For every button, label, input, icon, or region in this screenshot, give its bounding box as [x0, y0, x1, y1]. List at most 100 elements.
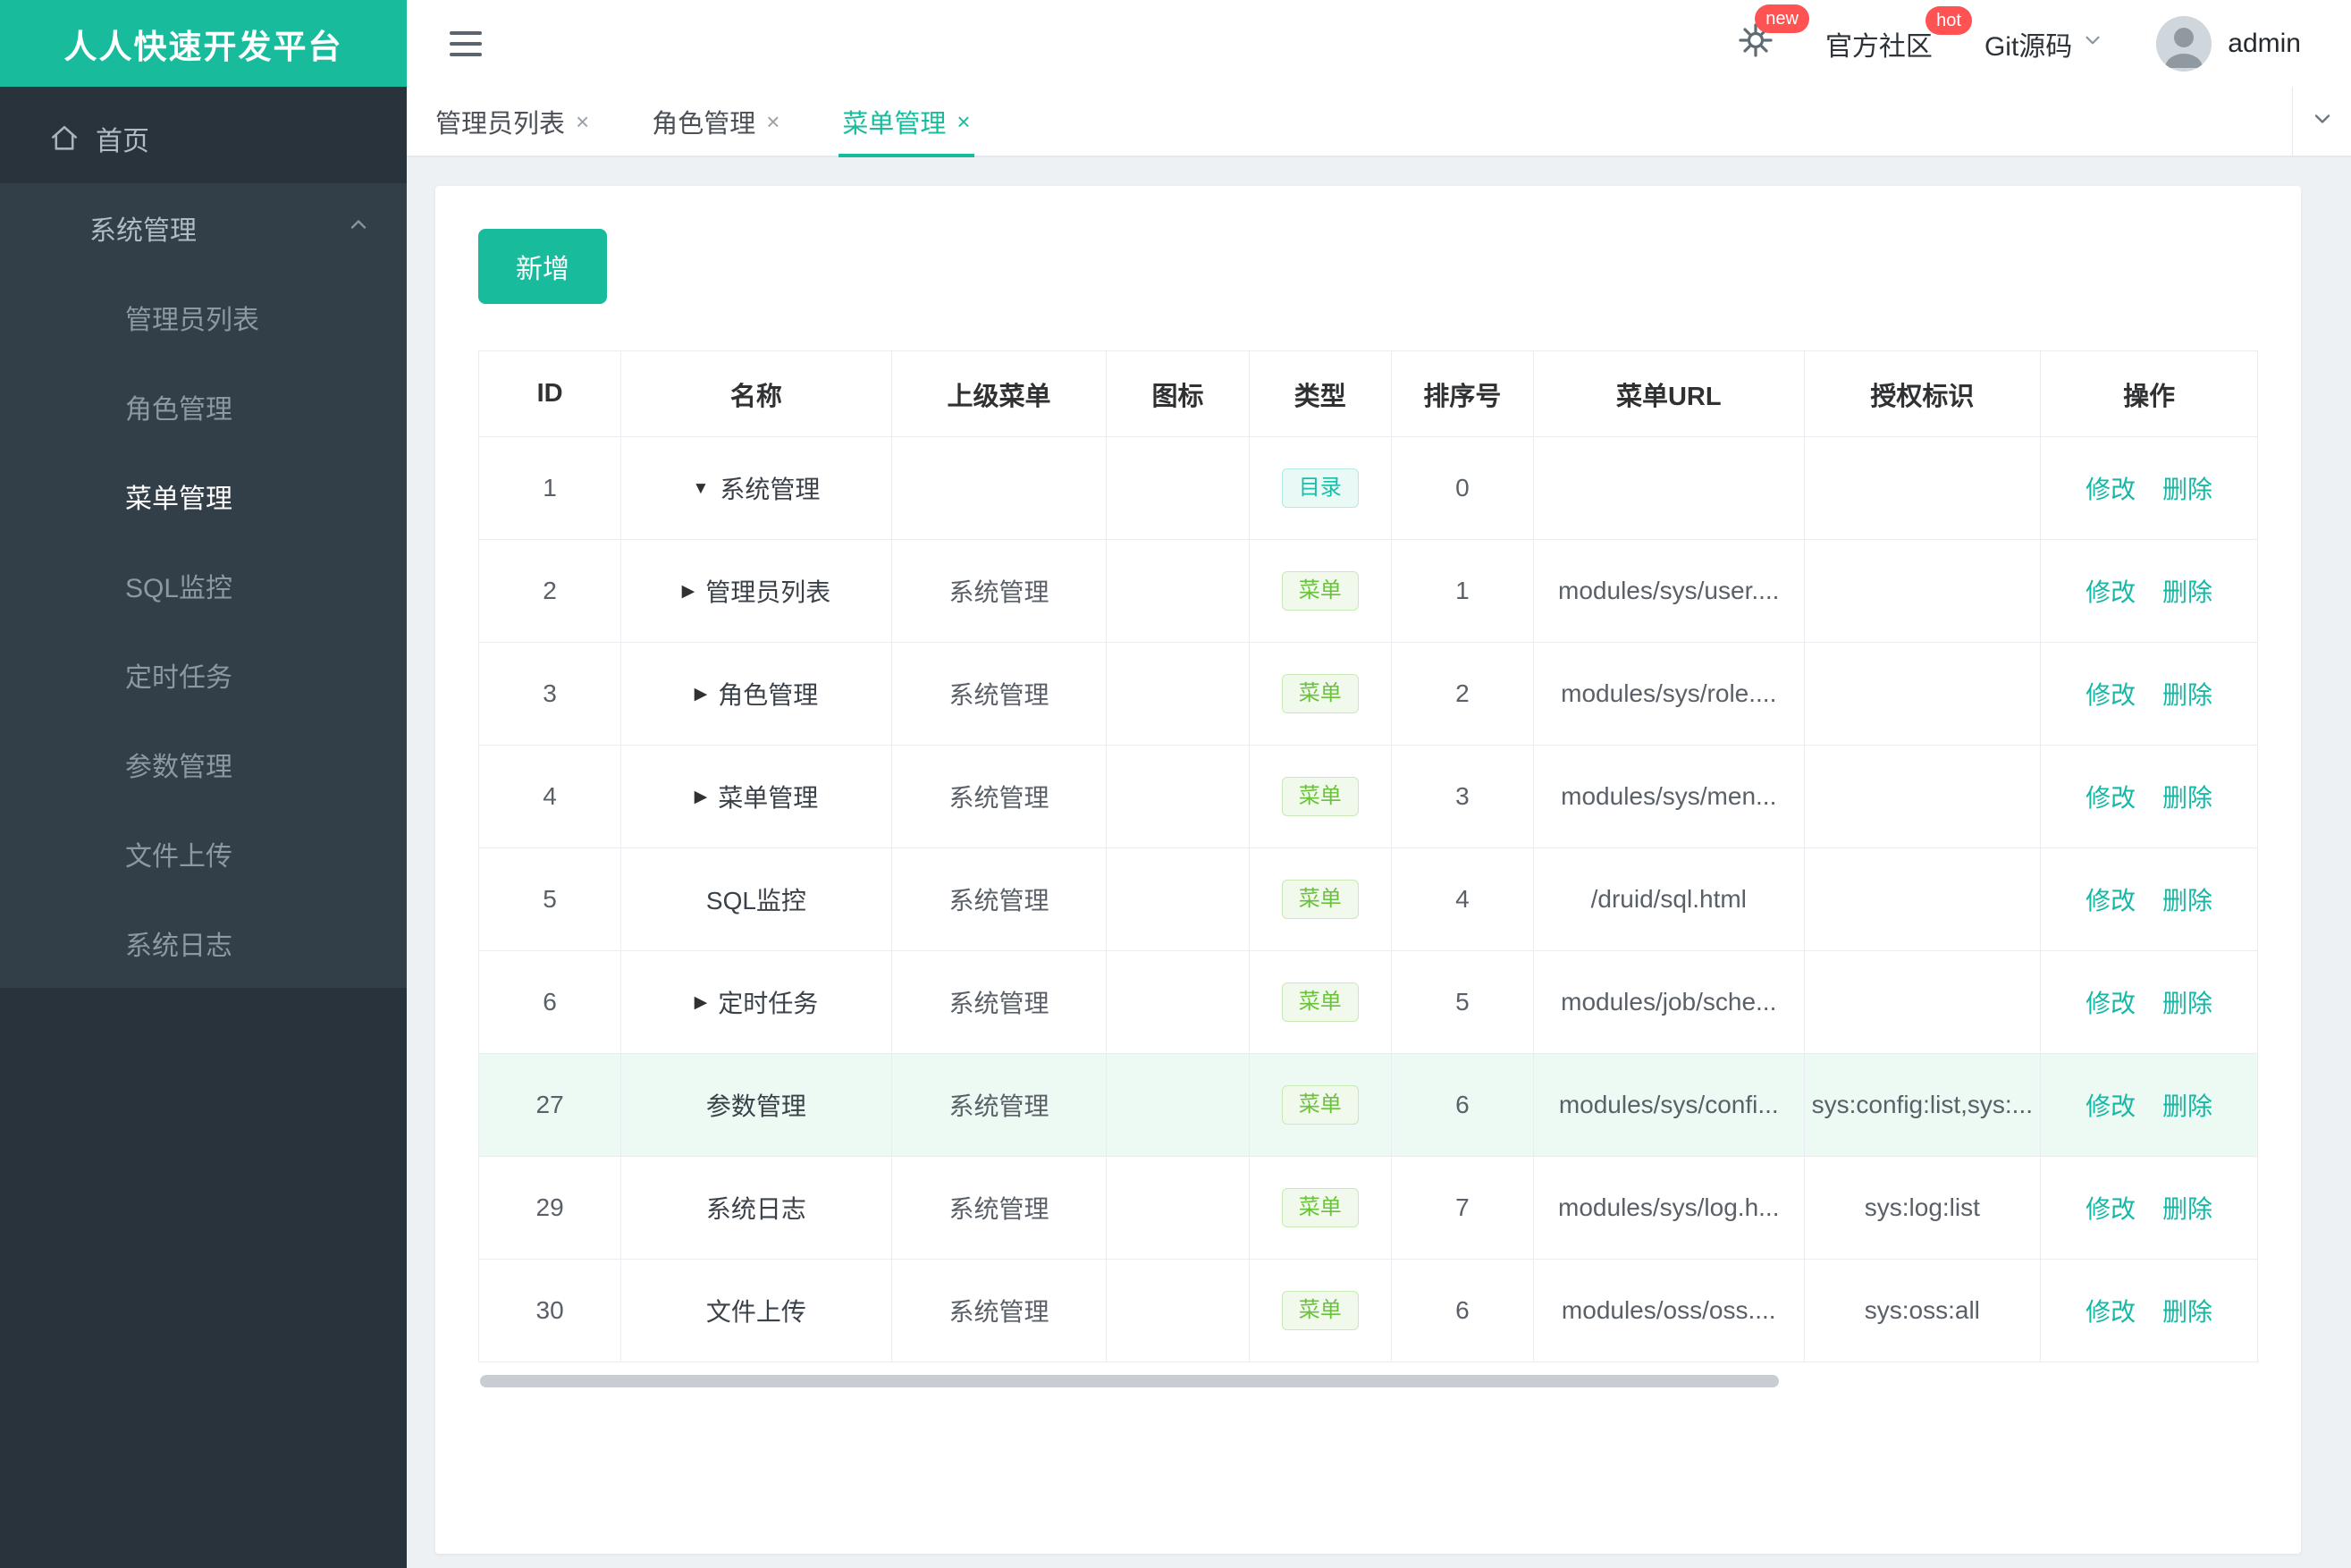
tab-label: 管理员列表	[435, 109, 566, 139]
sidebar-item-label: SQL监控	[125, 574, 233, 603]
tabs-dropdown-button[interactable]	[2292, 87, 2351, 156]
cell-id: 2	[477, 539, 622, 643]
expander-icon[interactable]	[695, 788, 708, 805]
cell-icon	[1106, 1053, 1250, 1157]
git-source-label: Git源码	[1984, 31, 2073, 62]
menu-name: 菜单管理	[718, 784, 819, 812]
type-badge: 目录	[1281, 468, 1359, 508]
edit-link[interactable]: 修改	[2086, 476, 2136, 503]
delete-link[interactable]: 删除	[2162, 1092, 2212, 1120]
cell-actions: 修改 删除	[2040, 1259, 2258, 1362]
cell-perms: sys:oss:all	[1803, 1259, 2042, 1362]
tab-close-icon[interactable]	[576, 110, 589, 133]
sidebar-group-system: 系统管理 管理员列表 角色管理 菜单管理 SQL监控 定时任务 参数管理 文件上…	[0, 183, 407, 988]
edit-link[interactable]: 修改	[2086, 578, 2136, 606]
edit-link[interactable]: 修改	[2086, 784, 2136, 812]
cell-order: 1	[1390, 539, 1535, 643]
sidebar-item-admin-list[interactable]: 管理员列表	[0, 273, 407, 362]
sidebar-item-system-log[interactable]: 系统日志	[0, 898, 407, 988]
cell-parent: 系统管理	[890, 539, 1108, 643]
community-link[interactable]: 官方社区 hot	[1824, 5, 1972, 63]
cell-type: 菜单	[1248, 642, 1392, 746]
community-label: 官方社区	[1824, 31, 1933, 62]
delete-link[interactable]: 删除	[2162, 1195, 2212, 1223]
menu-name: 系统日志	[705, 1195, 806, 1223]
column-header-id: ID	[477, 350, 622, 437]
sidebar-nav: 首页 系统管理 管理员列表 角色管理 菜单管理 SQL监控 定时任务 参数管理 …	[0, 87, 407, 988]
edit-link[interactable]: 修改	[2086, 887, 2136, 915]
sidebar-item-label: 管理员列表	[125, 306, 259, 335]
delete-link[interactable]: 删除	[2162, 887, 2212, 915]
type-badge: 菜单	[1281, 674, 1359, 713]
cell-url: modules/oss/oss....	[1533, 1259, 1805, 1362]
column-header-type: 类型	[1248, 350, 1392, 437]
cell-type: 菜单	[1248, 847, 1392, 951]
sidebar-item-scheduled-jobs[interactable]: 定时任务	[0, 630, 407, 720]
delete-link[interactable]: 删除	[2162, 784, 2212, 812]
sidebar-item-config[interactable]: 参数管理	[0, 720, 407, 809]
cell-actions: 修改 删除	[2040, 642, 2258, 746]
cell-actions: 修改 删除	[2040, 539, 2258, 643]
cell-order: 3	[1390, 745, 1535, 848]
app-title: 人人快速开发平台	[63, 28, 343, 65]
edit-link[interactable]: 修改	[2086, 1195, 2136, 1223]
expander-icon[interactable]	[682, 583, 695, 600]
delete-link[interactable]: 删除	[2162, 578, 2212, 606]
git-source-dropdown[interactable]: Git源码	[1984, 24, 2104, 63]
sidebar-home-label: 首页	[96, 127, 149, 156]
menu-toggle-icon[interactable]	[450, 30, 482, 56]
edit-link[interactable]: 修改	[2086, 1092, 2136, 1120]
expander-icon[interactable]	[695, 686, 708, 703]
cell-perms	[1803, 436, 2042, 540]
tab-close-icon[interactable]	[956, 110, 970, 133]
cell-actions: 修改 删除	[2040, 950, 2258, 1054]
add-button[interactable]: 新增	[478, 229, 607, 304]
cell-name: 系统管理	[620, 436, 892, 540]
tab-close-icon[interactable]	[766, 110, 779, 133]
menu-name: 管理员列表	[705, 578, 831, 606]
expander-icon[interactable]	[695, 994, 708, 1011]
tab-role[interactable]: 角色管理	[652, 87, 779, 156]
sidebar-group-title[interactable]: 系统管理	[0, 183, 407, 273]
sidebar-item-menu[interactable]: 菜单管理	[0, 451, 407, 541]
column-header-perms: 授权标识	[1803, 350, 2042, 437]
cell-actions: 修改 删除	[2040, 1053, 2258, 1157]
cell-actions: 修改 删除	[2040, 745, 2258, 848]
edit-link[interactable]: 修改	[2086, 1298, 2136, 1326]
content-card: 新增 ID 名称 上级菜单 图标 类型 排序号 菜单URL 授权标识 操作 1 …	[435, 186, 2301, 1554]
cell-icon	[1106, 539, 1250, 643]
expander-icon[interactable]	[693, 480, 710, 497]
settings-button[interactable]: new	[1738, 4, 1809, 65]
cell-type: 菜单	[1248, 950, 1392, 1054]
sidebar-item-label: 参数管理	[125, 753, 232, 782]
delete-link[interactable]: 删除	[2162, 1298, 2212, 1326]
table-row: 2 管理员列表 系统管理 菜单 1 modules/sy	[477, 539, 2258, 643]
delete-link[interactable]: 删除	[2162, 990, 2212, 1017]
type-badge: 菜单	[1281, 880, 1359, 919]
tab-admin-list[interactable]: 管理员列表	[435, 87, 589, 156]
sidebar-item-role[interactable]: 角色管理	[0, 362, 407, 451]
tab-label: 角色管理	[652, 109, 756, 139]
menu-name: 系统管理	[720, 476, 821, 503]
edit-link[interactable]: 修改	[2086, 681, 2136, 709]
cell-perms	[1803, 745, 2042, 848]
delete-link[interactable]: 删除	[2162, 681, 2212, 709]
cell-order: 6	[1390, 1053, 1535, 1157]
sidebar-item-sql-monitor[interactable]: SQL监控	[0, 541, 407, 630]
cell-parent: 系统管理	[890, 1259, 1108, 1362]
cell-url	[1533, 436, 1805, 540]
edit-link[interactable]: 修改	[2086, 990, 2136, 1017]
app-logo: 人人快速开发平台	[0, 0, 407, 87]
delete-link[interactable]: 删除	[2162, 476, 2212, 503]
cell-type: 目录	[1248, 436, 1392, 540]
cell-name: 菜单管理	[620, 745, 892, 848]
sidebar-item-file-upload[interactable]: 文件上传	[0, 809, 407, 898]
tab-menu[interactable]: 菜单管理	[838, 87, 974, 157]
tabbar: 管理员列表 角色管理 菜单管理	[407, 87, 2351, 157]
user-menu[interactable]: admin	[2156, 15, 2301, 72]
type-badge: 菜单	[1281, 777, 1359, 816]
cell-icon	[1106, 1259, 1250, 1362]
scrollbar-thumb[interactable]	[480, 1375, 1780, 1387]
hot-badge: hot	[1925, 5, 1972, 35]
sidebar-item-home[interactable]: 首页	[0, 94, 407, 183]
